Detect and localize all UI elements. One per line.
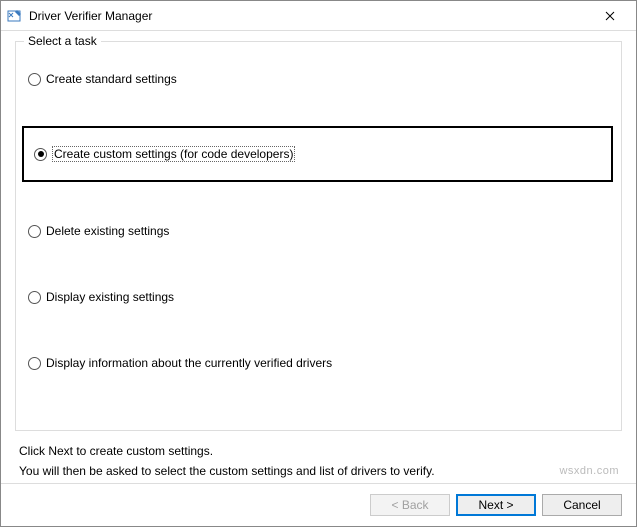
instructions: Click Next to create custom settings. Yo… [15,441,622,482]
instruction-line: Click Next to create custom settings. [19,441,618,461]
watermark: wsxdn.com [559,465,619,477]
radio-create-standard[interactable]: Create standard settings [28,70,609,88]
driver-verifier-window: Driver Verifier Manager Select a task Cr… [0,0,637,527]
app-icon [7,8,23,24]
close-button[interactable] [590,4,630,28]
groupbox-label: Select a task [24,34,101,48]
back-button: < Back [370,494,450,516]
radio-label: Display information about the currently … [46,356,332,370]
titlebar: Driver Verifier Manager [1,1,636,31]
cancel-button[interactable]: Cancel [542,494,622,516]
task-groupbox: Select a task Create standard settings C… [15,41,622,431]
radio-icon [34,148,47,161]
radio-icon [28,225,41,238]
radio-label: Display existing settings [46,290,174,304]
radio-icon [28,73,41,86]
radio-icon [28,357,41,370]
next-button[interactable]: Next > [456,494,536,516]
radio-label: Create standard settings [46,72,177,86]
radio-create-custom[interactable]: Create custom settings (for code develop… [22,126,613,182]
radio-label: Delete existing settings [46,224,169,238]
window-title: Driver Verifier Manager [29,9,590,23]
content-area: Select a task Create standard settings C… [1,31,636,483]
radio-display-info[interactable]: Display information about the currently … [28,354,609,372]
instruction-line: You will then be asked to select the cus… [19,461,618,481]
close-icon [605,11,615,21]
radio-display-existing[interactable]: Display existing settings [28,288,609,306]
radio-delete-existing[interactable]: Delete existing settings [28,222,609,240]
footer: < Back Next > Cancel [1,483,636,526]
radio-label: Create custom settings (for code develop… [52,146,295,162]
radio-icon [28,291,41,304]
